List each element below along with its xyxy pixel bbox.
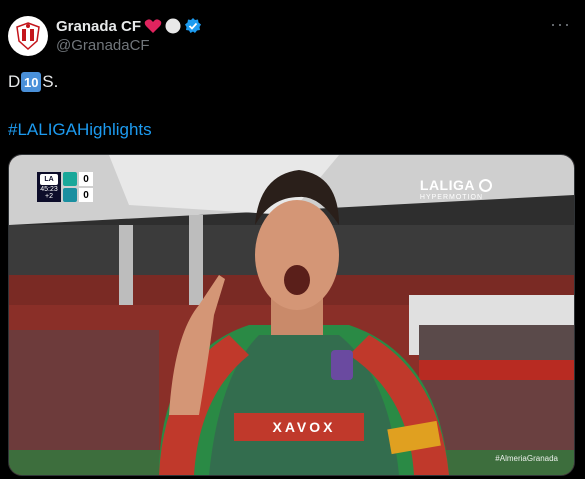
red-heart-icon	[144, 19, 162, 33]
display-name[interactable]: Granada CF	[56, 18, 141, 35]
keycap-ten-emoji: 10	[21, 72, 42, 92]
more-options-icon[interactable]: ···	[550, 14, 571, 35]
tweet-text: D 10 S.	[8, 72, 58, 92]
broadcast-brand: LALIGA	[419, 177, 475, 193]
broadcast-logo: LALIGA HYPERMOTION	[420, 177, 492, 201]
scorebug-teams: 0 0	[63, 172, 93, 202]
user-handle[interactable]: @GranadaCF	[56, 37, 150, 54]
white-circle-icon	[165, 18, 181, 34]
tweet-text-part: D	[8, 72, 21, 91]
verified-badge-icon	[185, 18, 202, 33]
hashtag-link[interactable]: #LALIGAHighlights	[8, 120, 152, 140]
tweet-text-part: S.	[42, 72, 59, 91]
scorebug-clock: LA 45:23 +2	[37, 172, 61, 202]
home-crest-icon	[63, 172, 77, 186]
away-crest-icon	[63, 188, 77, 202]
league-logo: LA	[40, 174, 58, 185]
avatar[interactable]	[8, 16, 48, 56]
home-score: 0	[79, 172, 93, 186]
match-time: 45:23	[40, 185, 58, 193]
away-score: 0	[79, 188, 93, 202]
added-time: +2	[45, 193, 53, 200]
clip-hashtag: #AlmeriaGranada	[495, 454, 558, 463]
granada-crest-icon	[16, 22, 40, 51]
display-name-row: Granada CF	[56, 17, 202, 35]
tweet-video[interactable]: LA 45:23 +2 0 0 LALIGA HYPERMOTION XAVOX…	[8, 154, 575, 476]
scorebug: LA 45:23 +2 0 0	[37, 172, 93, 202]
ball-icon	[479, 178, 492, 192]
broadcast-sub: HYPERMOTION	[419, 194, 484, 201]
shirt-sponsor: XAVOX	[272, 419, 336, 435]
away-row: 0	[63, 188, 93, 202]
home-row: 0	[63, 172, 93, 186]
